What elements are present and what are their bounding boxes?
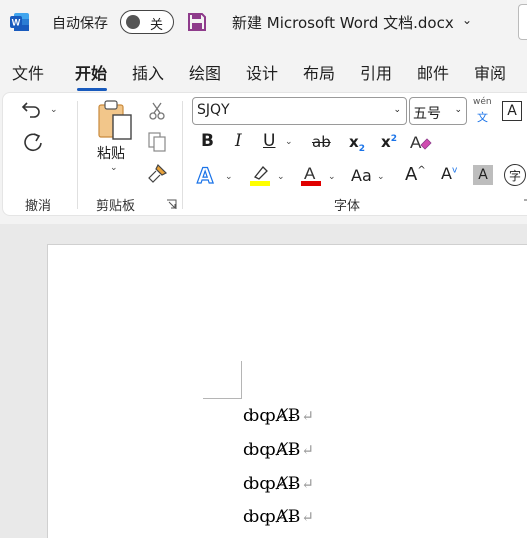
paragraph-mark-icon: ↵ <box>301 508 314 526</box>
paragraph-text: ȸȹȺɃ <box>243 440 301 460</box>
grow-font-button[interactable]: A^ <box>405 164 426 185</box>
ribbon-panel: ⌄ 撤消 粘贴 ⌄ 剪贴板 SJQY ⌄ 五号 ⌄ wén 文 A B I U … <box>2 92 527 216</box>
underline-dropdown-chevron-icon[interactable]: ⌄ <box>285 137 293 147</box>
autosave-toggle[interactable]: 关 <box>120 10 174 34</box>
document-paragraph[interactable]: ȸȹȺɃ↵ <box>243 474 314 494</box>
undo-icon[interactable] <box>21 99 43 121</box>
tab-review[interactable]: 审阅 <box>474 60 506 84</box>
tab-mailings[interactable]: 邮件 <box>417 60 449 84</box>
clipboard-group-label: 剪贴板 <box>96 199 136 214</box>
change-case-chevron-icon[interactable]: ⌄ <box>377 172 385 182</box>
font-size-value: 五号 <box>413 106 441 122</box>
superscript-button[interactable]: x2 <box>381 133 397 151</box>
char-shading-button[interactable]: A <box>473 165 493 185</box>
copy-icon[interactable] <box>147 131 167 153</box>
superscript-x: x <box>381 133 391 151</box>
format-painter-icon[interactable] <box>146 163 168 185</box>
undo-group-label: 撤消 <box>25 199 52 214</box>
ribbon-tabs: 文件 开始 插入 绘图 设计 布局 引用 邮件 审阅 <box>0 58 527 91</box>
document-title[interactable]: 新建 Microsoft Word 文档.docx <box>232 12 454 33</box>
paste-icon[interactable] <box>95 99 135 143</box>
text-effects-button[interactable]: A <box>196 163 213 188</box>
undo-dropdown-chevron-icon[interactable]: ⌄ <box>50 105 58 115</box>
grow-caret-icon: ^ <box>417 165 426 176</box>
cut-icon[interactable] <box>147 101 167 121</box>
phonetic-top: wén <box>473 97 492 107</box>
strikethrough-button[interactable]: ab <box>312 133 331 151</box>
italic-button[interactable]: I <box>235 131 242 151</box>
svg-text:A: A <box>410 133 422 152</box>
redo-icon[interactable] <box>21 131 45 155</box>
paste-dropdown-chevron-icon[interactable]: ⌄ <box>110 163 118 173</box>
group-separator <box>77 101 78 209</box>
font-group-label: 字体 <box>334 199 361 214</box>
tab-file[interactable]: 文件 <box>12 60 44 84</box>
paragraph-mark-icon: ↵ <box>301 441 314 459</box>
document-paragraph[interactable]: ȸȹȺɃ↵ <box>243 507 314 527</box>
title-chevron-icon[interactable]: ⌄ <box>462 13 472 27</box>
tab-home[interactable]: 开始 <box>75 60 107 84</box>
highlight-icon[interactable] <box>249 163 271 187</box>
font-color-icon[interactable]: A <box>300 163 322 187</box>
margin-marker-horizontal <box>203 398 241 399</box>
font-name-value: SJQY <box>197 102 230 118</box>
group-separator <box>182 101 183 209</box>
paragraph-text: ȸȹȺɃ <box>243 507 301 527</box>
superscript-mark: 2 <box>390 134 397 144</box>
shrink-caret-icon: v <box>451 165 458 176</box>
font-color-chevron-icon[interactable]: ⌄ <box>328 172 336 182</box>
phonetic-guide-button[interactable]: wén 文 <box>473 97 495 125</box>
save-icon[interactable] <box>186 11 208 33</box>
active-tab-indicator <box>77 88 107 91</box>
font-dialog-launcher-icon[interactable] <box>523 199 527 210</box>
enclose-char-button[interactable]: 字 <box>504 164 526 186</box>
dialog-launcher-icon[interactable] <box>166 199 177 210</box>
tab-insert[interactable]: 插入 <box>132 60 164 84</box>
svg-text:A: A <box>304 164 316 183</box>
subscript-x: x <box>349 133 359 151</box>
window-edge <box>518 4 527 40</box>
autosave-label: 自动保存 <box>52 16 108 32</box>
font-size-select[interactable]: 五号 ⌄ <box>409 97 467 125</box>
tab-references[interactable]: 引用 <box>360 60 392 84</box>
tab-draw[interactable]: 绘图 <box>189 60 221 84</box>
paragraph-mark-icon: ↵ <box>301 475 314 493</box>
clear-formatting-icon[interactable]: A <box>409 131 433 153</box>
autosave-state: 关 <box>150 18 164 33</box>
margin-marker-vertical <box>241 361 242 399</box>
grow-font-letter: A <box>405 164 418 185</box>
paste-label[interactable]: 粘贴 <box>97 143 125 163</box>
change-case-button[interactable]: Aa <box>351 166 372 185</box>
chevron-down-icon: ⌄ <box>393 105 401 115</box>
toggle-knob <box>126 15 140 29</box>
underline-button[interactable]: U <box>263 131 275 151</box>
phonetic-bottom: 文 <box>477 111 488 124</box>
title-bar: W 自动保存 关 新建 Microsoft Word 文档.docx ⌄ <box>0 0 527 44</box>
char-border-icon[interactable]: A <box>502 101 522 121</box>
shrink-font-button[interactable]: Av <box>441 164 457 183</box>
paragraph-mark-icon: ↵ <box>301 407 314 425</box>
document-paragraph[interactable]: ȸȹȺɃ↵ <box>243 406 314 426</box>
paragraph-text: ȸȹȺɃ <box>243 474 301 494</box>
word-app-icon[interactable]: W <box>10 12 30 32</box>
bold-button[interactable]: B <box>201 131 214 151</box>
paragraph-text: ȸȹȺɃ <box>243 406 301 426</box>
chevron-down-icon: ⌄ <box>454 105 462 115</box>
font-name-select[interactable]: SJQY ⌄ <box>192 97 407 125</box>
word-logo-letter: W <box>12 18 21 28</box>
tab-layout[interactable]: 布局 <box>303 60 335 84</box>
text-effects-chevron-icon[interactable]: ⌄ <box>225 172 233 182</box>
subscript-button[interactable]: x2 <box>349 133 365 154</box>
tab-design[interactable]: 设计 <box>246 60 278 84</box>
subscript-mark: 2 <box>358 144 365 154</box>
shrink-font-letter: A <box>441 164 452 183</box>
document-paragraph[interactable]: ȸȹȺɃ↵ <box>243 440 314 460</box>
highlight-chevron-icon[interactable]: ⌄ <box>277 172 285 182</box>
